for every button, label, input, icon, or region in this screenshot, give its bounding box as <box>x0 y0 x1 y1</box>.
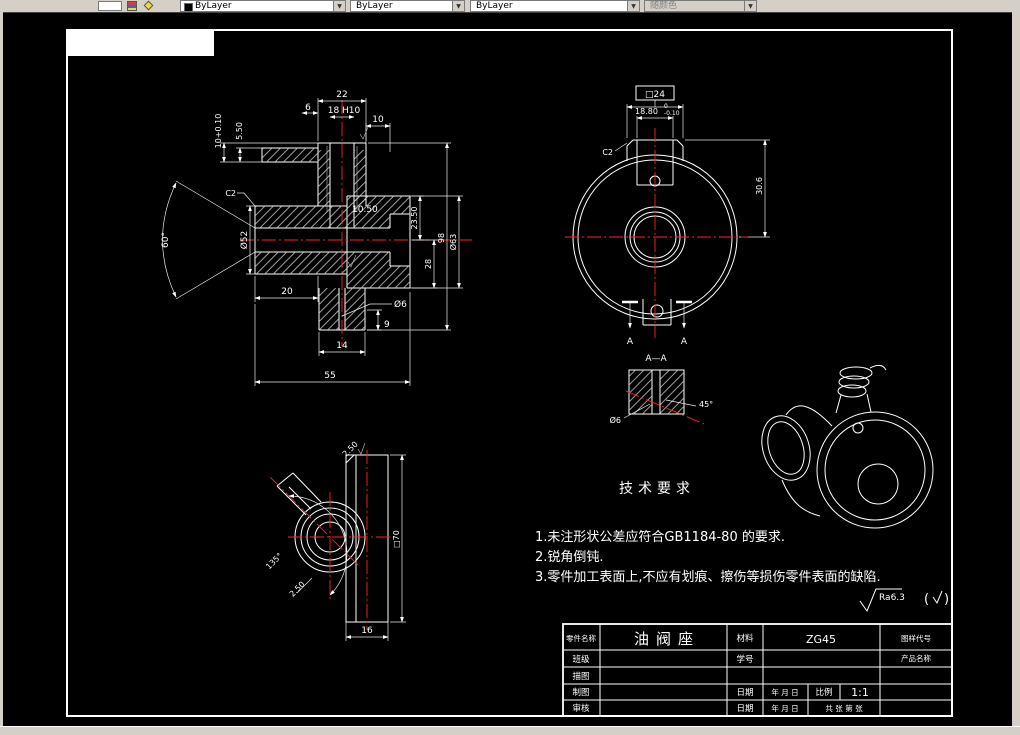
drawing-area[interactable]: 22 6 18 H10 10 10+0.10 5.50 Ø52 60° C2 2 <box>0 0 1020 735</box>
dim-55: 55 <box>324 371 335 381</box>
chevron-down-icon[interactable]: ▼ <box>333 1 345 11</box>
date-label-2: 日期 <box>736 704 753 714</box>
color-combobox[interactable]: ByLayer ▼ <box>180 0 346 12</box>
plot-style-combobox-value: 随颜色 <box>650 1 678 11</box>
tech-req-item-1: 1.未注形状公差应符合GB1184-80 的要求. <box>535 529 785 545</box>
part-name: 油阀座 <box>634 630 700 648</box>
roughness-value: Ra6.3 <box>879 593 905 603</box>
frame-corner-block <box>68 31 214 56</box>
audit-label: 审核 <box>572 703 590 714</box>
dim-23-50: 23.50 <box>410 207 419 230</box>
material-value: ZG45 <box>806 633 836 646</box>
dim-10-tolerance: 10+0.10 <box>214 114 223 149</box>
paren-close: ) <box>944 592 949 607</box>
dim-18-80: 18.80 <box>635 107 658 116</box>
dim-section-dia6: Ø6 <box>610 415 621 425</box>
chevron-down-icon[interactable]: ▼ <box>452 1 464 11</box>
linetype-combobox-value: ByLayer <box>356 1 393 11</box>
dim-boss-width: 22 <box>336 90 347 100</box>
dim-20: 20 <box>281 287 293 297</box>
dim-sq24: □24 <box>645 90 665 100</box>
lineweight-combobox[interactable]: ByLayer ▼ <box>470 0 640 12</box>
dim-9: 9 <box>384 320 390 330</box>
date-value-1: 年 月 日 <box>771 687 798 697</box>
dim-dia52: Ø52 <box>239 231 250 250</box>
dim-angle-60: 60° <box>161 232 171 248</box>
right-chrome-strip[interactable] <box>1012 12 1020 726</box>
tech-req-item-3: 3.零件加工表面上,不应有划痕、擦伤等损伤零件表面的缺陷. <box>535 569 881 585</box>
tech-req-item-2: 2.锐角倒钝. <box>535 550 604 565</box>
section-title: A—A <box>645 354 667 364</box>
dim-98: 98 <box>437 233 446 243</box>
dim-section-45: 45° <box>699 400 713 409</box>
dim-sq70: □70 <box>392 530 401 548</box>
dim-step-width: 6 <box>305 103 311 113</box>
layers-icon[interactable] <box>127 1 137 11</box>
chamfer-label-side: C2 <box>602 148 613 157</box>
product-name-label: 产品名称 <box>901 653 931 663</box>
material-label: 材料 <box>736 633 754 644</box>
drafting-label: 制图 <box>572 687 589 698</box>
status-strip <box>0 726 1020 735</box>
dim-dia6-hole: Ø6 <box>394 299 407 310</box>
scale-label: 比例 <box>815 687 832 698</box>
tech-req-title: 技术要求 <box>619 481 695 497</box>
model-space-canvas[interactable] <box>3 12 1012 726</box>
date-label-1: 日期 <box>736 688 753 698</box>
layer-state-icon[interactable] <box>143 0 154 11</box>
dim-dia63: Ø63 <box>448 234 458 250</box>
sheet-info: 共 张 第 张 <box>825 703 863 713</box>
object-properties-toolbar: ByLayer ▼ ByLayer ▼ ByLayer ▼ 随颜色 ▼ <box>0 0 1020 13</box>
dim-10: 10 <box>372 115 384 125</box>
lineweight-combobox-value: ByLayer <box>476 1 513 11</box>
drawing-no-label: 图样代号 <box>901 633 931 643</box>
dim-14: 14 <box>336 341 348 351</box>
color-combobox-value: ByLayer <box>195 1 232 11</box>
student-id-label: 学号 <box>736 654 753 665</box>
class-label: 班级 <box>572 654 590 665</box>
dim-18-80-tol-lower: -0.10 <box>664 110 680 117</box>
toolbar-field[interactable] <box>98 1 122 11</box>
cad-application-window: 22 6 18 H10 10 10+0.10 5.50 Ø52 60° C2 2 <box>0 0 1020 735</box>
dim-30-6: 30.6 <box>755 177 764 195</box>
scale-value: 1:1 <box>851 686 869 699</box>
tracing-label: 描图 <box>572 671 589 682</box>
chamfer-label-front: C2 <box>225 189 236 198</box>
dim-28: 28 <box>424 259 433 269</box>
color-swatch <box>184 3 193 11</box>
dim-16: 16 <box>361 626 373 636</box>
dim-bore-18h10: 18 H10 <box>328 106 361 116</box>
dim-5-50: 5.50 <box>235 122 244 140</box>
section-arrow-label-left: A <box>627 337 634 347</box>
dim-18-80-tol-upper: 0 <box>664 103 668 110</box>
left-chrome-strip <box>0 12 3 726</box>
section-arrow-label-right: A <box>681 337 688 347</box>
part-name-label: 零件名称 <box>566 633 596 643</box>
linetype-combobox[interactable]: ByLayer ▼ <box>350 0 465 12</box>
chevron-down-icon[interactable]: ▼ <box>627 1 639 11</box>
date-value-2: 年 月 日 <box>771 703 798 713</box>
dim-10-50: 10.50 <box>352 205 378 215</box>
paren-open: ( <box>924 592 929 607</box>
plot-style-combobox: 随颜色 ▼ <box>644 0 757 12</box>
chevron-down-icon: ▼ <box>744 1 756 11</box>
